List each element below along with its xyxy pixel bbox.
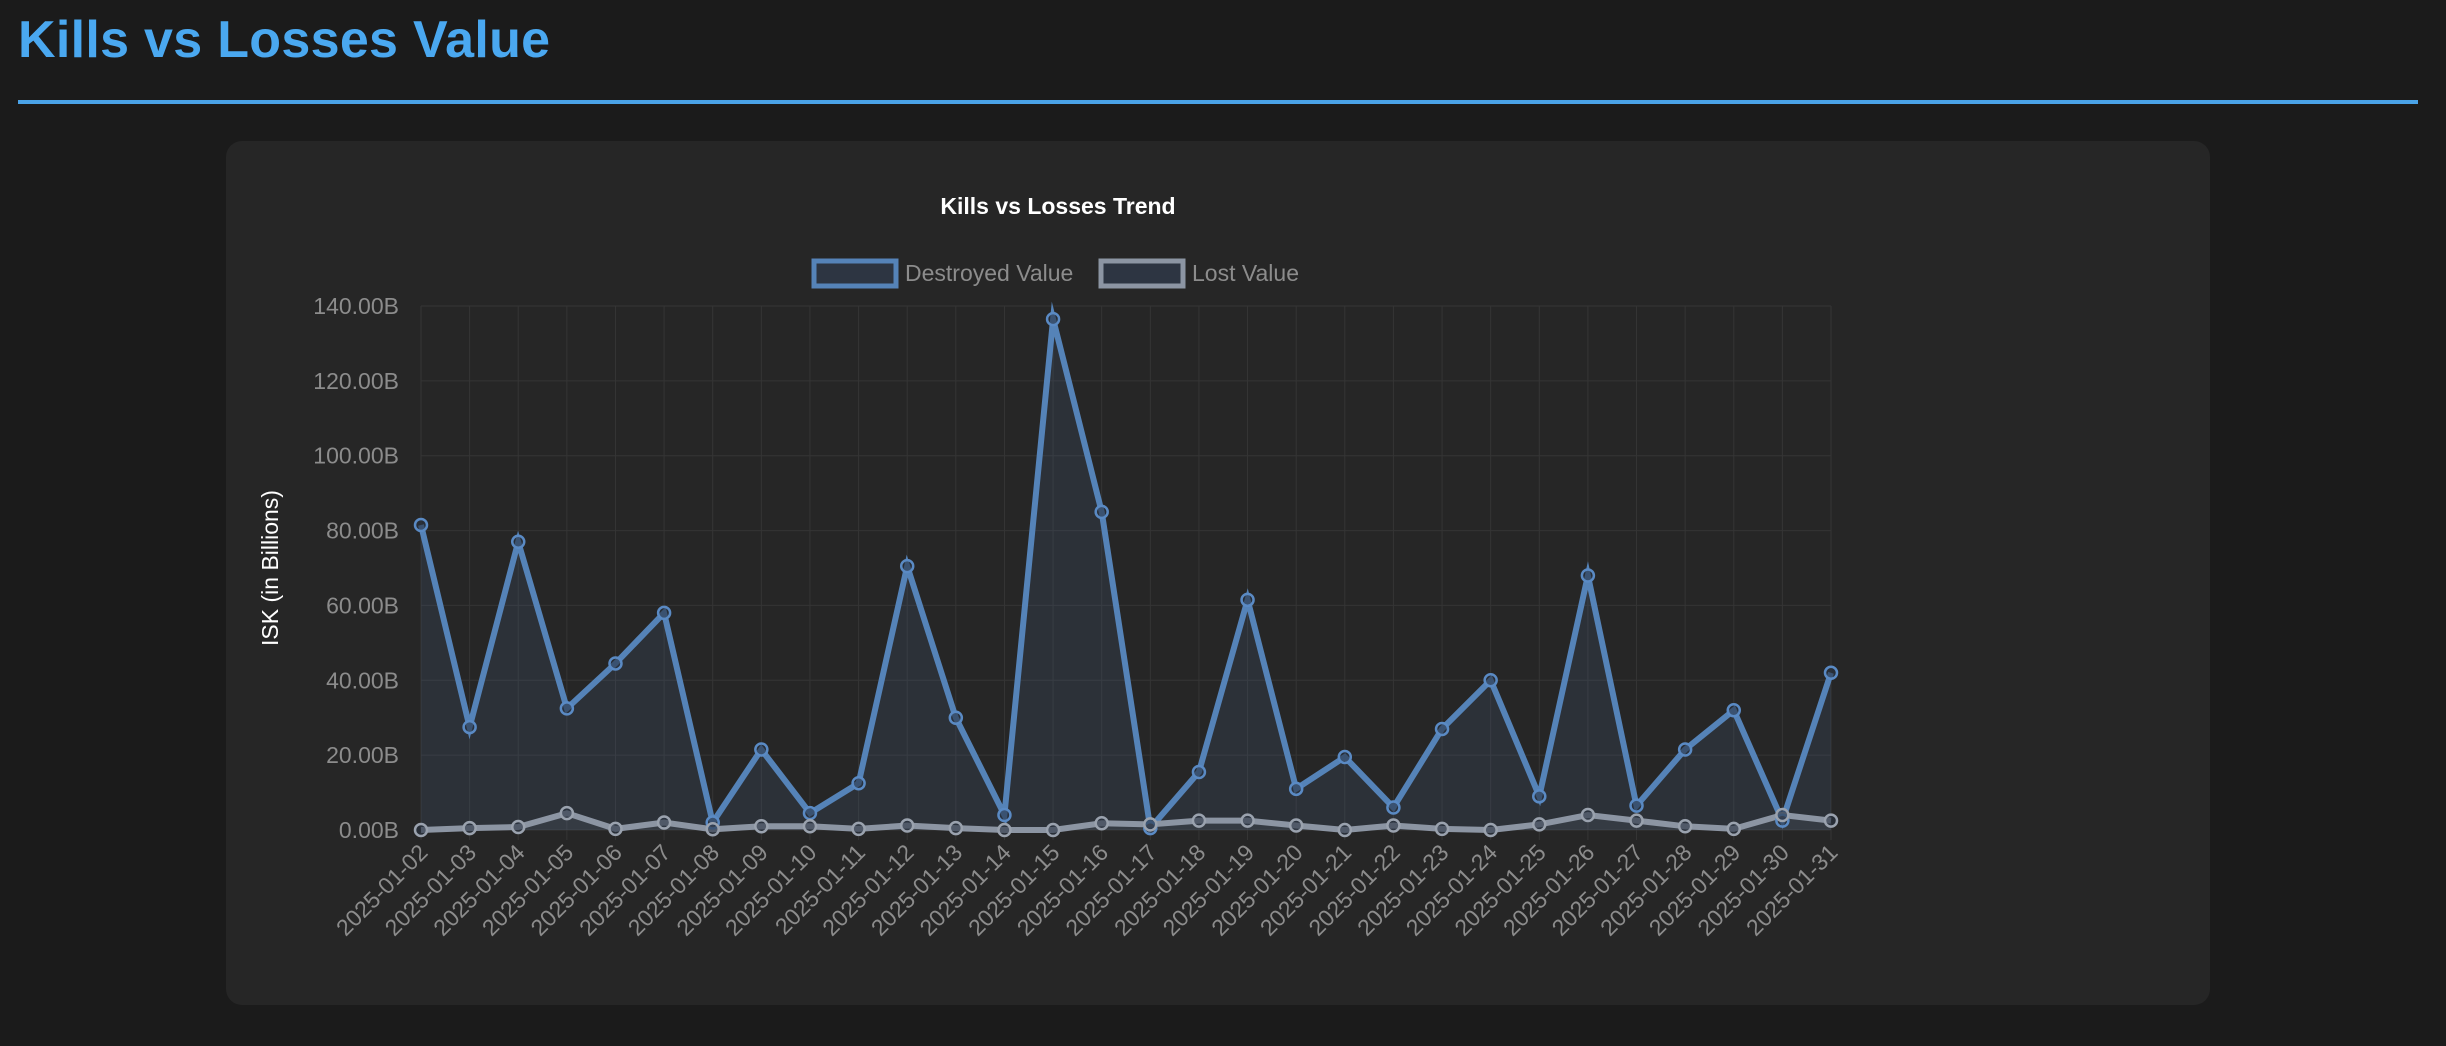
data-point-destroyed[interactable]: [851, 775, 866, 791]
page-header: Kills vs Losses Value: [18, 0, 2418, 104]
y-tick-label: 0.00B: [339, 817, 399, 843]
data-point-destroyed[interactable]: [1629, 798, 1644, 813]
legend-label-destroyed: Destroyed Value: [905, 260, 1073, 286]
chart-legend: Destroyed Value Lost Value: [811, 258, 1299, 289]
data-point-destroyed[interactable]: [899, 558, 915, 574]
data-point-destroyed[interactable]: [1677, 742, 1693, 757]
series-area-destroyed: [421, 319, 1831, 830]
data-point-lost[interactable]: [802, 819, 818, 834]
y-tick-label: 40.00B: [326, 667, 399, 693]
data-point-destroyed[interactable]: [1337, 749, 1353, 765]
y-tick-label: 120.00B: [313, 368, 399, 394]
chart-areas: [421, 319, 1831, 830]
data-point-destroyed[interactable]: [1094, 504, 1109, 520]
chart-svg: 0.00B 20.00B 40.00B 60.00B 80.00B 100.00B 120.…: [257, 193, 1843, 941]
data-point-destroyed[interactable]: [1386, 800, 1401, 815]
data-point-lost[interactable]: [559, 805, 575, 821]
data-point-destroyed[interactable]: [1726, 702, 1742, 718]
data-point-lost[interactable]: [1288, 818, 1304, 833]
data-point-lost[interactable]: [754, 819, 769, 834]
data-point-lost[interactable]: [1823, 813, 1839, 828]
data-point-destroyed[interactable]: [1045, 311, 1061, 327]
data-point-destroyed[interactable]: [462, 719, 477, 735]
data-point-lost[interactable]: [705, 822, 720, 837]
data-point-lost[interactable]: [1143, 817, 1158, 832]
data-point-destroyed[interactable]: [510, 534, 526, 550]
data-point-destroyed[interactable]: [754, 742, 769, 757]
page-title: Kills vs Losses Value: [18, 11, 551, 69]
data-point-lost[interactable]: [413, 822, 429, 838]
y-tick-label: 60.00B: [326, 592, 399, 618]
data-point-destroyed[interactable]: [413, 517, 429, 533]
data-point-lost[interactable]: [899, 818, 915, 833]
data-point-destroyed[interactable]: [1532, 789, 1547, 804]
data-point-lost[interactable]: [1483, 822, 1498, 838]
data-point-destroyed[interactable]: [997, 807, 1012, 823]
data-point-destroyed[interactable]: [1240, 592, 1255, 608]
data-point-destroyed[interactable]: [1191, 764, 1207, 780]
data-point-destroyed[interactable]: [802, 805, 818, 821]
data-point-lost[interactable]: [1629, 813, 1644, 828]
y-tick-label: 80.00B: [326, 518, 399, 544]
data-point-lost[interactable]: [1240, 813, 1255, 828]
chart-card: 0.00B 20.00B 40.00B 60.00B 80.00B 100.00B 120.…: [226, 141, 2210, 1005]
data-point-lost[interactable]: [1677, 819, 1693, 834]
data-point-destroyed[interactable]: [1483, 673, 1498, 688]
data-point-lost[interactable]: [608, 821, 623, 837]
data-point-lost[interactable]: [948, 820, 964, 836]
data-point-lost[interactable]: [1775, 807, 1790, 823]
legend-item-destroyed[interactable]: Destroyed Value: [811, 258, 1073, 289]
data-point-lost[interactable]: [1726, 821, 1742, 837]
y-axis-title: ISK (in Billions): [257, 490, 283, 646]
legend-label-lost: Lost Value: [1192, 260, 1299, 286]
data-point-lost[interactable]: [1094, 816, 1109, 831]
data-point-lost[interactable]: [997, 822, 1012, 838]
data-point-destroyed[interactable]: [1823, 665, 1839, 681]
chart-title: Kills vs Losses Trend: [940, 193, 1175, 219]
data-point-destroyed[interactable]: [559, 701, 575, 716]
y-tick-label: 20.00B: [326, 742, 399, 768]
data-point-destroyed[interactable]: [948, 710, 964, 725]
x-axis-ticks: 2025-01-022025-01-032025-01-042025-01-05…: [331, 839, 1843, 941]
data-point-lost[interactable]: [510, 819, 526, 835]
data-point-destroyed[interactable]: [1288, 781, 1304, 797]
data-point-destroyed[interactable]: [1580, 568, 1596, 583]
data-point-lost[interactable]: [1191, 813, 1207, 828]
data-point-lost[interactable]: [1580, 807, 1596, 823]
data-point-lost[interactable]: [851, 821, 866, 837]
data-point-lost[interactable]: [1337, 822, 1353, 838]
data-point-lost[interactable]: [462, 820, 477, 836]
legend-swatch-lost: [1098, 258, 1186, 289]
legend-item-lost[interactable]: Lost Value: [1098, 258, 1299, 289]
y-axis-ticks: 0.00B 20.00B 40.00B 60.00B 80.00B 100.00B 120.…: [313, 293, 399, 843]
data-point-lost[interactable]: [1532, 817, 1547, 832]
data-point-destroyed[interactable]: [608, 656, 623, 671]
y-tick-label: 100.00B: [313, 443, 399, 469]
data-point-lost[interactable]: [1045, 822, 1061, 838]
legend-swatch-destroyed: [811, 258, 899, 289]
data-point-lost[interactable]: [656, 815, 672, 830]
y-tick-label: 140.00B: [313, 293, 399, 319]
data-point-destroyed[interactable]: [656, 605, 672, 621]
data-point-destroyed[interactable]: [1434, 721, 1450, 737]
data-point-lost[interactable]: [1434, 821, 1450, 837]
data-point-lost[interactable]: [1386, 818, 1401, 833]
